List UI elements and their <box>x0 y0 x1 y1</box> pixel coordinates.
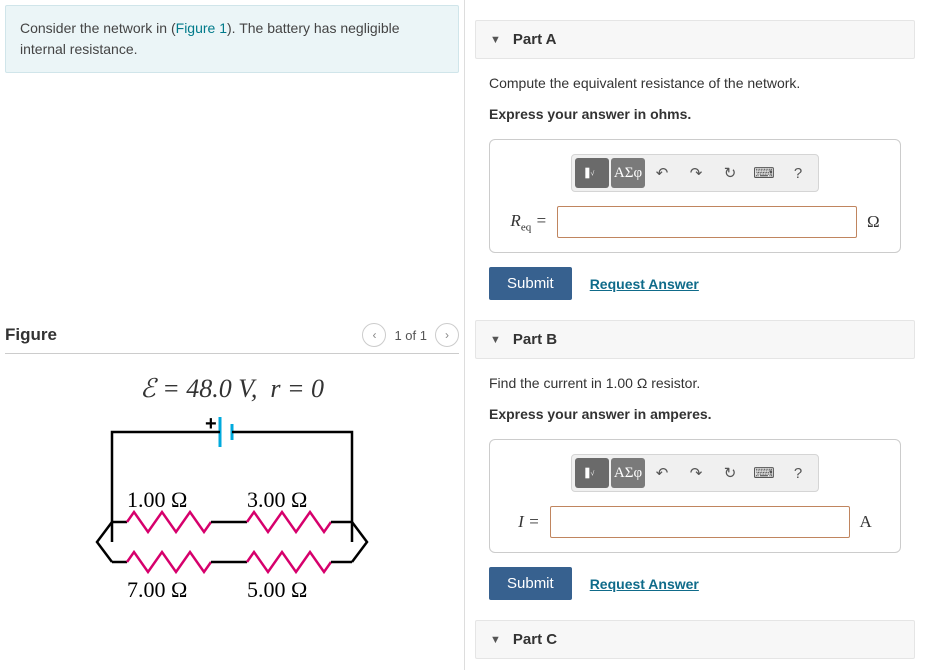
help-icon[interactable]: ? <box>781 458 815 488</box>
part-a-request-link[interactable]: Request Answer <box>590 276 699 292</box>
part-a-toolbar: √ ΑΣφ ↶ ↷ ↻ ⌨ ? <box>571 154 819 192</box>
undo-icon[interactable]: ↶ <box>645 458 679 488</box>
reset-icon[interactable]: ↻ <box>713 458 747 488</box>
figure-link[interactable]: Figure 1 <box>176 20 227 36</box>
caret-down-icon: ▼ <box>490 34 501 46</box>
part-b-answer-box: √ ΑΣφ ↶ ↷ ↻ ⌨ ? I = A <box>489 439 901 553</box>
part-b-submit-button[interactable]: Submit <box>489 567 572 600</box>
part-a-answer-box: √ ΑΣφ ↶ ↷ ↻ ⌨ ? Req = Ω <box>489 139 901 253</box>
right-panel: ▼ Part A Compute the equivalent resistan… <box>465 0 925 670</box>
figure-nav: ‹ 1 of 1 › <box>362 323 459 347</box>
circuit-diagram: ℰ = 48.0 V, r = 0 + 1.00 Ω 3.00 Ω <box>5 364 459 665</box>
reset-icon[interactable]: ↻ <box>713 158 747 188</box>
redo-icon[interactable]: ↷ <box>679 158 713 188</box>
templates-icon[interactable]: √ <box>575 158 609 188</box>
part-b-submit-row: Submit Request Answer <box>489 567 901 600</box>
part-b-body: Find the current in 1.00 Ω resistor. Exp… <box>475 359 915 600</box>
left-panel: Consider the network in (Figure 1). The … <box>0 0 465 670</box>
emf-value: ℰ = 48.0 V, <box>140 374 257 403</box>
circuit-formula: ℰ = 48.0 V, r = 0 <box>25 374 439 404</box>
part-c-header[interactable]: ▼ Part C <box>475 620 915 659</box>
r1-label: 1.00 Ω <box>127 487 187 512</box>
part-a-var: Req = <box>510 211 547 233</box>
part-b-instruction: Find the current in 1.00 Ω resistor. <box>489 373 901 394</box>
part-b-toolbar: √ ΑΣφ ↶ ↷ ↻ ⌨ ? <box>571 454 819 492</box>
problem-statement: Consider the network in (Figure 1). The … <box>5 5 459 73</box>
keyboard-icon[interactable]: ⌨ <box>747 458 781 488</box>
part-a-input-row: Req = Ω <box>504 206 886 238</box>
part-b-request-link[interactable]: Request Answer <box>590 576 699 592</box>
part-c-title: Part C <box>513 631 557 648</box>
caret-down-icon: ▼ <box>490 334 501 346</box>
keyboard-icon[interactable]: ⌨ <box>747 158 781 188</box>
part-a-unit: Ω <box>867 212 880 232</box>
part-a-bold: Express your answer in ohms. <box>489 104 901 125</box>
part-b-header[interactable]: ▼ Part B <box>475 320 915 359</box>
part-b-bold: Express your answer in amperes. <box>489 404 901 425</box>
part-a-title: Part A <box>513 31 557 48</box>
r-value: r = 0 <box>270 374 324 403</box>
greek-button[interactable]: ΑΣφ <box>611 458 645 488</box>
part-b-input-row: I = A <box>504 506 886 538</box>
figure-section: Figure ‹ 1 of 1 › ℰ = 48.0 V, r = 0 + <box>0 318 464 670</box>
r4-label: 5.00 Ω <box>247 577 307 602</box>
part-b-unit: A <box>860 512 872 532</box>
svg-text:√: √ <box>591 170 595 178</box>
part-b-title: Part B <box>513 331 557 348</box>
greek-button[interactable]: ΑΣφ <box>611 158 645 188</box>
part-b-var: I = <box>518 512 539 532</box>
part-a-body: Compute the equivalent resistance of the… <box>475 59 915 300</box>
help-icon[interactable]: ? <box>781 158 815 188</box>
circuit-svg: + 1.00 Ω 3.00 Ω <box>92 412 372 642</box>
part-b-input[interactable] <box>550 506 850 538</box>
figure-title: Figure <box>5 325 57 345</box>
r3-label: 7.00 Ω <box>127 577 187 602</box>
part-a-input[interactable] <box>557 206 857 238</box>
problem-text-prefix: Consider the network in ( <box>20 20 176 36</box>
r2-label: 3.00 Ω <box>247 487 307 512</box>
caret-down-icon: ▼ <box>490 634 501 646</box>
part-a-submit-row: Submit Request Answer <box>489 267 901 300</box>
part-a-instruction: Compute the equivalent resistance of the… <box>489 73 901 94</box>
figure-prev-button[interactable]: ‹ <box>362 323 386 347</box>
undo-icon[interactable]: ↶ <box>645 158 679 188</box>
part-a-submit-button[interactable]: Submit <box>489 267 572 300</box>
svg-text:√: √ <box>591 470 595 478</box>
figure-header: Figure ‹ 1 of 1 › <box>5 323 459 354</box>
redo-icon[interactable]: ↷ <box>679 458 713 488</box>
templates-icon[interactable]: √ <box>575 458 609 488</box>
figure-pager: 1 of 1 <box>394 328 427 343</box>
part-a-header[interactable]: ▼ Part A <box>475 20 915 59</box>
figure-next-button[interactable]: › <box>435 323 459 347</box>
